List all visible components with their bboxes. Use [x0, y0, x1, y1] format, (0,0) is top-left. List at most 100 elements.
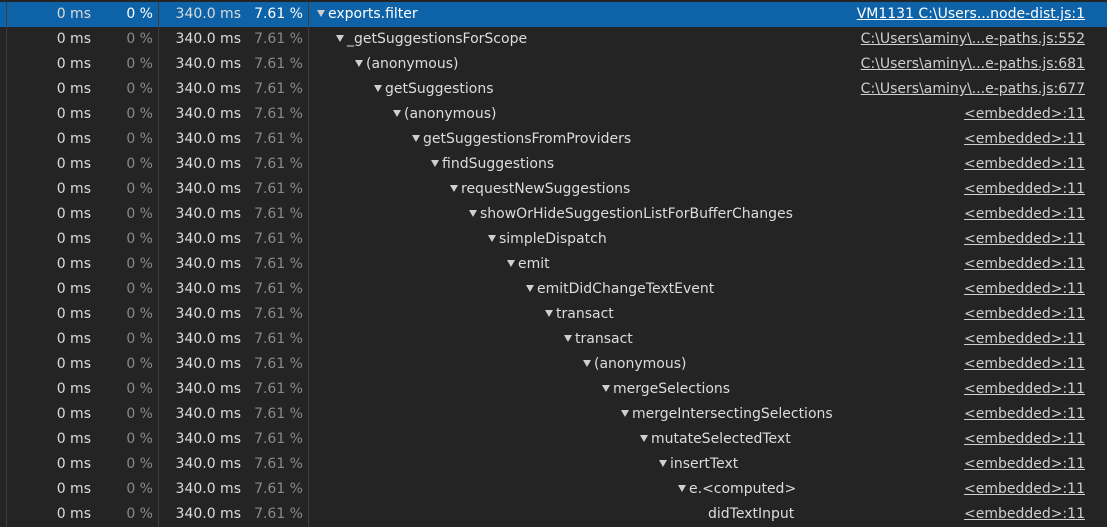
self-time-cell: 0 ms: [56, 31, 91, 47]
expand-triangle-icon[interactable]: [393, 110, 401, 117]
function-name: mergeSelections: [613, 381, 731, 397]
column-divider[interactable]: [158, 2, 159, 527]
expand-triangle-icon[interactable]: [621, 410, 629, 417]
total-percent-cell: 7.61 %: [254, 31, 303, 47]
self-percent-cell: 0 %: [126, 406, 153, 422]
total-percent-cell: 7.61 %: [254, 306, 303, 322]
function-name: getSuggestionsFromProviders: [423, 131, 632, 147]
call-tree-row[interactable]: 0 ms 0 % 340.0 ms 7.61 % requestNewSuggestio…: [0, 177, 1107, 202]
call-tree-row[interactable]: 0 ms 0 % 340.0 ms 7.61 % simpleDispatch <embe…: [0, 227, 1107, 252]
column-divider[interactable]: [308, 2, 309, 527]
call-tree-row[interactable]: 0 ms 0 % 340.0 ms 7.61 % getSuggestions C:\Us…: [0, 77, 1107, 102]
source-link[interactable]: VM1131 C:\Users...node-dist.js:1: [857, 2, 1085, 27]
expand-triangle-icon[interactable]: [450, 185, 458, 192]
self-time-cell: 0 ms: [56, 181, 91, 197]
total-time-cell: 340.0 ms: [175, 181, 241, 197]
self-time-cell: 0 ms: [56, 6, 91, 22]
self-percent-cell: 0 %: [126, 156, 153, 172]
call-tree-row[interactable]: 0 ms 0 % 340.0 ms 7.61 % transact <embedded>:…: [0, 302, 1107, 327]
expand-triangle-icon[interactable]: [526, 285, 534, 292]
source-link[interactable]: <embedded>:11: [964, 102, 1085, 127]
total-percent-cell: 7.61 %: [254, 381, 303, 397]
self-percent-cell: 0 %: [126, 56, 153, 72]
total-time-cell: 340.0 ms: [175, 156, 241, 172]
expand-triangle-icon[interactable]: [564, 335, 572, 342]
total-time-cell: 340.0 ms: [175, 281, 241, 297]
expand-triangle-icon[interactable]: [374, 85, 382, 92]
self-time-cell: 0 ms: [56, 81, 91, 97]
function-cell: transact: [310, 327, 877, 352]
expand-triangle-icon[interactable]: [355, 60, 363, 67]
call-tree-row[interactable]: 0 ms 0 % 340.0 ms 7.61 % e.<computed> <embedd…: [0, 477, 1107, 502]
expand-triangle-icon[interactable]: [602, 385, 610, 392]
expand-triangle-icon[interactable]: [317, 10, 325, 17]
call-tree-row[interactable]: 0 ms 0 % 340.0 ms 7.61 % emit <embedded>:11: [0, 252, 1107, 277]
call-tree-row[interactable]: 0 ms 0 % 340.0 ms 7.61 % showOrHideSuggestio…: [0, 202, 1107, 227]
expand-triangle-icon[interactable]: [545, 310, 553, 317]
source-link[interactable]: C:\Users\aminy\...e-paths.js:681: [861, 52, 1085, 77]
source-link[interactable]: <embedded>:11: [964, 277, 1085, 302]
expand-triangle-icon[interactable]: [412, 135, 420, 142]
expand-triangle-icon[interactable]: [431, 160, 439, 167]
total-time-cell: 340.0 ms: [175, 131, 241, 147]
source-link[interactable]: <embedded>:11: [964, 177, 1085, 202]
call-tree-row[interactable]: 0 ms 0 % 340.0 ms 7.61 % transact <embedded>:…: [0, 327, 1107, 352]
expand-triangle-icon[interactable]: [678, 485, 686, 492]
function-cell: exports.filter: [310, 2, 877, 27]
source-link[interactable]: <embedded>:11: [964, 302, 1085, 327]
total-percent-cell: 7.61 %: [254, 181, 303, 197]
total-percent-cell: 7.61 %: [254, 281, 303, 297]
self-time-cell: 0 ms: [56, 356, 91, 372]
call-tree-row[interactable]: 0 ms 0 % 340.0 ms 7.61 % mutateSelectedText <…: [0, 427, 1107, 452]
column-divider: [6, 2, 7, 527]
source-link[interactable]: <embedded>:11: [964, 477, 1085, 502]
call-tree-row[interactable]: 0 ms 0 % 340.0 ms 7.61 % mergeIntersectingSe…: [0, 402, 1107, 427]
source-link[interactable]: C:\Users\aminy\...e-paths.js:552: [861, 27, 1085, 52]
source-link[interactable]: <embedded>:11: [964, 202, 1085, 227]
source-link[interactable]: <embedded>:11: [964, 352, 1085, 377]
call-tree-row[interactable]: 0 ms 0 % 340.0 ms 7.61 % (anonymous) <embedde…: [0, 102, 1107, 127]
expand-triangle-icon[interactable]: [640, 435, 648, 442]
call-tree-row[interactable]: 0 ms 0 % 340.0 ms 7.61 % _getSuggestionsForS…: [0, 27, 1107, 52]
expand-triangle-icon[interactable]: [336, 35, 344, 42]
call-tree-row[interactable]: 0 ms 0 % 340.0 ms 7.61 % findSuggestions <emb…: [0, 152, 1107, 177]
expand-triangle-icon[interactable]: [583, 360, 591, 367]
total-percent-cell: 7.61 %: [254, 206, 303, 222]
call-tree-row[interactable]: 0 ms 0 % 340.0 ms 7.61 % emitDidChangeTextEv…: [0, 277, 1107, 302]
function-cell: (anonymous): [310, 52, 877, 77]
source-link[interactable]: <embedded>:11: [964, 427, 1085, 452]
source-link[interactable]: <embedded>:11: [964, 227, 1085, 252]
call-tree-row[interactable]: 0 ms 0 % 340.0 ms 7.61 % (anonymous) <embedde…: [0, 352, 1107, 377]
total-time-cell: 340.0 ms: [175, 81, 241, 97]
expand-triangle-icon[interactable]: [469, 210, 477, 217]
total-time-cell: 340.0 ms: [175, 31, 241, 47]
function-name: insertText: [670, 456, 739, 472]
source-link[interactable]: <embedded>:11: [964, 502, 1085, 527]
expand-triangle-icon[interactable]: [488, 235, 496, 242]
call-tree-row[interactable]: 0 ms 0 % 340.0 ms 7.61 % exports.filter VM113…: [0, 2, 1107, 27]
source-link[interactable]: <embedded>:11: [964, 327, 1085, 352]
call-tree-row[interactable]: 0 ms 0 % 340.0 ms 7.61 % getSuggestionsFromP…: [0, 127, 1107, 152]
source-link[interactable]: C:\Users\aminy\...e-paths.js:677: [861, 77, 1085, 102]
expand-triangle-icon[interactable]: [507, 260, 515, 267]
source-link[interactable]: <embedded>:11: [964, 252, 1085, 277]
call-tree-row[interactable]: 0 ms 0 % 340.0 ms 7.61 % didTextInput <embedd…: [0, 502, 1107, 527]
self-time-cell: 0 ms: [56, 406, 91, 422]
source-link[interactable]: <embedded>:11: [964, 452, 1085, 477]
self-percent-cell: 0 %: [126, 106, 153, 122]
source-link[interactable]: <embedded>:11: [964, 377, 1085, 402]
function-name: e.<computed>: [689, 481, 797, 497]
expand-triangle-icon[interactable]: [659, 460, 667, 467]
total-time-cell: 340.0 ms: [175, 206, 241, 222]
self-time-cell: 0 ms: [56, 256, 91, 272]
self-time-cell: 0 ms: [56, 206, 91, 222]
function-cell: (anonymous): [310, 352, 877, 377]
call-tree-row[interactable]: 0 ms 0 % 340.0 ms 7.61 % mergeSelections <emb…: [0, 377, 1107, 402]
call-tree-row[interactable]: 0 ms 0 % 340.0 ms 7.61 % insertText <embedded…: [0, 452, 1107, 477]
source-link[interactable]: <embedded>:11: [964, 402, 1085, 427]
source-link[interactable]: <embedded>:11: [964, 127, 1085, 152]
source-link[interactable]: <embedded>:11: [964, 152, 1085, 177]
self-percent-cell: 0 %: [126, 31, 153, 47]
call-tree-row[interactable]: 0 ms 0 % 340.0 ms 7.61 % (anonymous) C:\Users…: [0, 52, 1107, 77]
function-name: emitDidChangeTextEvent: [537, 281, 715, 297]
